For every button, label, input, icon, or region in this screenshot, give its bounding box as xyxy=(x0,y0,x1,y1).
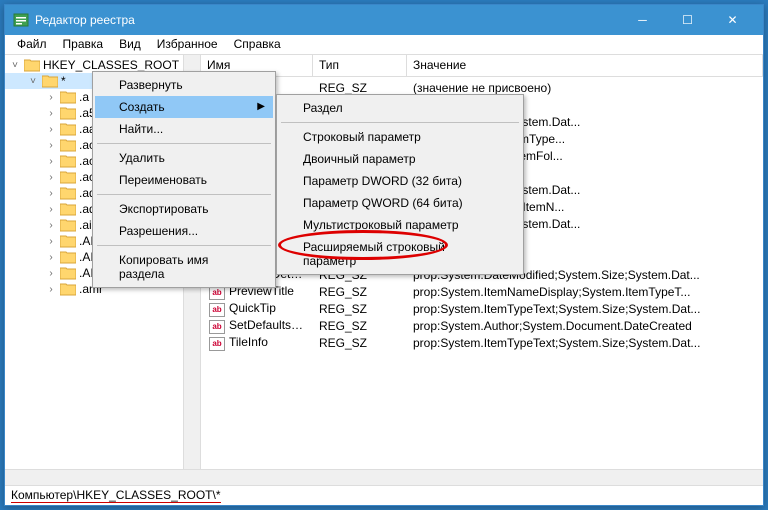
expander-icon[interactable]: ˅ xyxy=(9,60,21,71)
menu-view[interactable]: Вид xyxy=(111,35,149,54)
context-menu: Развернуть Создать▶ Найти... Удалить Пер… xyxy=(92,71,276,288)
window-title: Редактор реестра xyxy=(35,13,620,27)
h-scrollbar[interactable] xyxy=(5,469,763,485)
value-name: TileInfo xyxy=(229,335,268,349)
expander-icon[interactable]: › xyxy=(45,188,57,199)
value-type: REG_SZ xyxy=(313,285,407,299)
tree-label: .ai xyxy=(79,218,92,232)
expander-icon[interactable]: › xyxy=(45,204,57,215)
menu-file[interactable]: Файл xyxy=(9,35,55,54)
tree-label: .a xyxy=(79,90,89,104)
status-path: Компьютер\HKEY_CLASSES_ROOT\* xyxy=(11,488,221,503)
ctx-new-qword[interactable]: Параметр QWORD (64 бита) xyxy=(279,192,521,214)
ctx-expand[interactable]: Развернуть xyxy=(95,74,273,96)
ctx-separator xyxy=(97,245,271,246)
expander-icon[interactable]: ˅ xyxy=(27,76,39,87)
maximize-button[interactable]: ☐ xyxy=(665,6,710,34)
submenu-arrow-icon: ▶ xyxy=(257,101,265,112)
menubar: Файл Правка Вид Избранное Справка xyxy=(5,35,763,55)
string-value-icon: ab xyxy=(209,303,225,317)
ctx-permissions[interactable]: Разрешения... xyxy=(95,220,273,242)
value-data: prop:System.ItemTypeText;System.Size;Sys… xyxy=(407,302,763,316)
context-submenu-new: Раздел Строковый параметр Двоичный парам… xyxy=(276,94,524,275)
expander-icon[interactable]: › xyxy=(45,284,57,295)
value-data: prop:System.ItemTypeText;System.Size;Sys… xyxy=(407,336,763,350)
ctx-delete[interactable]: Удалить xyxy=(95,147,273,169)
expander-icon[interactable]: › xyxy=(45,220,57,231)
value-type: REG_SZ xyxy=(313,319,407,333)
expander-icon[interactable]: › xyxy=(45,156,57,167)
col-value[interactable]: Значение xyxy=(407,55,763,76)
expander-icon[interactable]: › xyxy=(45,268,57,279)
value-data: prop:System.ItemNameDisplay;System.ItemT… xyxy=(407,285,763,299)
statusbar: Компьютер\HKEY_CLASSES_ROOT\* xyxy=(5,485,763,505)
ctx-new-dword[interactable]: Параметр DWORD (32 бита) xyxy=(279,170,521,192)
list-header: Имя Тип Значение xyxy=(201,55,763,77)
value-type: REG_SZ xyxy=(313,81,407,95)
ctx-new[interactable]: Создать▶ xyxy=(95,96,273,118)
menu-help[interactable]: Справка xyxy=(226,35,289,54)
ctx-new-key[interactable]: Раздел xyxy=(279,97,521,119)
ctx-separator xyxy=(97,194,271,195)
ctx-separator xyxy=(97,143,271,144)
string-value-icon: ab xyxy=(209,320,225,334)
value-type: REG_SZ xyxy=(313,336,407,350)
expander-icon[interactable]: › xyxy=(45,172,57,183)
ctx-separator xyxy=(281,122,519,123)
expander-icon[interactable]: › xyxy=(45,92,57,103)
ctx-copy-key-name[interactable]: Копировать имя раздела xyxy=(95,249,273,285)
tree-label: * xyxy=(61,74,66,88)
expander-icon[interactable]: › xyxy=(45,236,57,247)
list-row[interactable]: ab QuickTip REG_SZprop:System.ItemTypeText… xyxy=(201,300,763,317)
titlebar[interactable]: Редактор реестра ─ ☐ ✕ xyxy=(5,5,763,35)
ctx-new-multistring[interactable]: Мультистроковый параметр xyxy=(279,214,521,236)
col-type[interactable]: Тип xyxy=(313,55,407,76)
value-data: prop:System.Author;System.Document.DateC… xyxy=(407,319,763,333)
regedit-icon xyxy=(13,12,29,28)
tree-label: HKEY_CLASSES_ROOT xyxy=(43,58,179,72)
value-data: (значение не присвоено) xyxy=(407,81,763,95)
value-name: QuickTip xyxy=(229,301,276,315)
expander-icon[interactable]: › xyxy=(45,252,57,263)
expander-icon[interactable]: › xyxy=(45,108,57,119)
minimize-button[interactable]: ─ xyxy=(620,6,665,34)
list-row[interactable]: abPreviewTitleREG_SZprop:System.ItemName… xyxy=(201,283,763,300)
value-name: SetDefaultsFor xyxy=(229,318,309,332)
ctx-find[interactable]: Найти... xyxy=(95,118,273,140)
ctx-new-expandstring[interactable]: Расширяемый строковый параметр xyxy=(279,236,521,272)
value-type: REG_SZ xyxy=(313,302,407,316)
list-row[interactable]: ab TileInfo REG_SZprop:System.ItemTypeText… xyxy=(201,334,763,351)
ctx-export[interactable]: Экспортировать xyxy=(95,198,273,220)
menu-favorites[interactable]: Избранное xyxy=(149,35,226,54)
close-button[interactable]: ✕ xyxy=(710,6,755,34)
ctx-new-string[interactable]: Строковый параметр xyxy=(279,126,521,148)
ctx-new-binary[interactable]: Двоичный параметр xyxy=(279,148,521,170)
expander-icon[interactable]: › xyxy=(45,124,57,135)
string-value-icon: ab xyxy=(209,337,225,351)
menu-edit[interactable]: Правка xyxy=(55,35,112,54)
ctx-rename[interactable]: Переименовать xyxy=(95,169,273,191)
expander-icon[interactable]: › xyxy=(45,140,57,151)
list-row[interactable]: ab SetDefaultsFor REG_SZprop:System.Author… xyxy=(201,317,763,334)
